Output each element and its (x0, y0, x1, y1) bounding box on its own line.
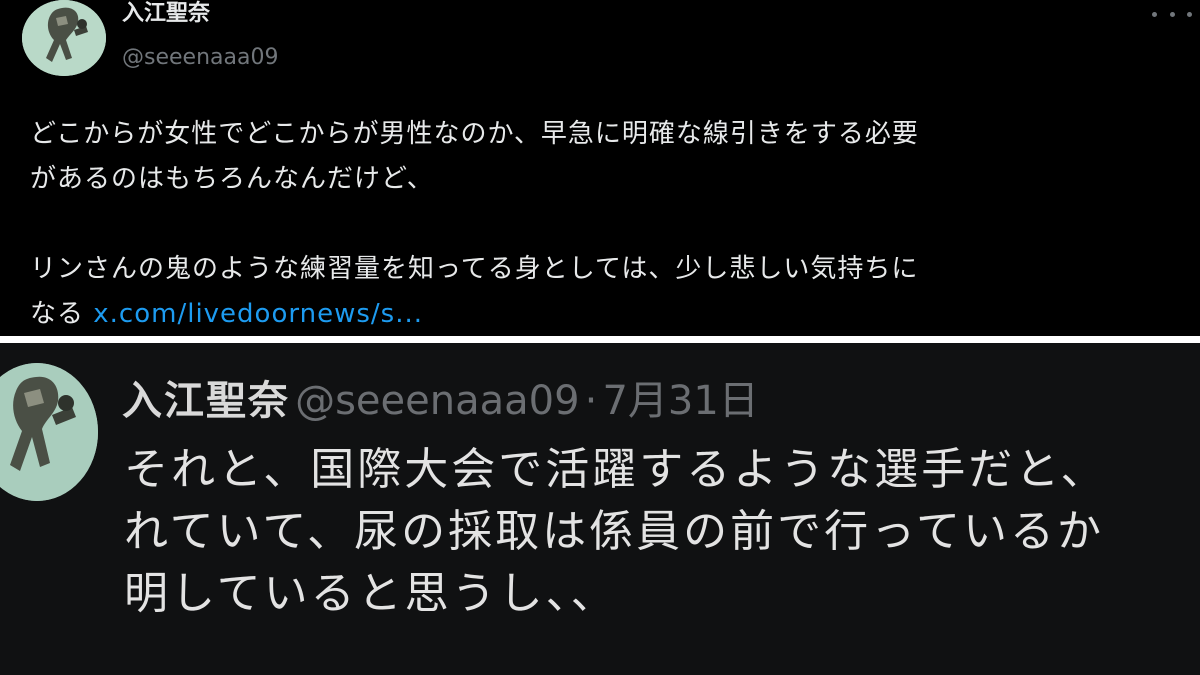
author-handle[interactable]: @seeenaaa09 (122, 44, 278, 72)
tweet-text-line-last: なる x.com/livedoornews/s... (30, 292, 1195, 336)
author-name[interactable]: 入江聖奈 (122, 0, 210, 28)
tweet-text-line: れていて、尿の採取は係員の前で行っているか (124, 506, 1104, 557)
top-tweet-card: 入江聖奈 @seeenaaa09 どこからが女性でどこからが男性なのか、早急に明… (0, 0, 1200, 336)
tweet-text-line: それと、国際大会で活躍するような選手だと、 (124, 444, 1108, 495)
tweet-text-line: があるのはもちろんなんだけど、 (30, 164, 434, 194)
tweet-text: それと、国際大会で活躍するような選手だと、 れていて、尿の採取は係員の前で行って… (124, 439, 1200, 625)
dot (1169, 11, 1175, 17)
tweet-text-line: 明していると思うし、、 (124, 568, 618, 619)
tweet-text-line: どこからが女性でどこからが男性なのか、早急に明確な線引きをする必要 (30, 119, 919, 149)
avatar-illustration-icon (0, 363, 98, 501)
author-handle[interactable]: @seeenaaa09 (295, 378, 579, 424)
avatar[interactable] (0, 363, 98, 501)
dot (1187, 11, 1192, 17)
tweet-text-fragment: なる (30, 299, 85, 329)
bottom-tweet-card: 入江聖奈 @seeenaaa09 · 7月31日 それと、国際大会で活躍するよう… (0, 343, 1200, 675)
tweet-text-line: リンさんの鬼のような練習量を知ってる身としては、少し悲しい気持ちに (30, 254, 919, 284)
avatar-illustration-icon (22, 0, 106, 76)
divider (0, 336, 1200, 343)
dot (1152, 11, 1157, 17)
tweet-text: どこからが女性でどこからが男性なのか、早急に明確な線引きをする必要 があるのはも… (30, 112, 1195, 336)
tweet-link[interactable]: x.com/livedoornews/s... (93, 299, 423, 329)
more-horizontal-icon[interactable] (1152, 2, 1192, 26)
tweet-date[interactable]: 7月31日 (602, 378, 758, 424)
separator: · (584, 378, 598, 424)
avatar[interactable] (22, 0, 106, 76)
author-name[interactable]: 入江聖奈 (122, 378, 290, 424)
tweet-header: 入江聖奈 @seeenaaa09 · 7月31日 (122, 377, 759, 433)
